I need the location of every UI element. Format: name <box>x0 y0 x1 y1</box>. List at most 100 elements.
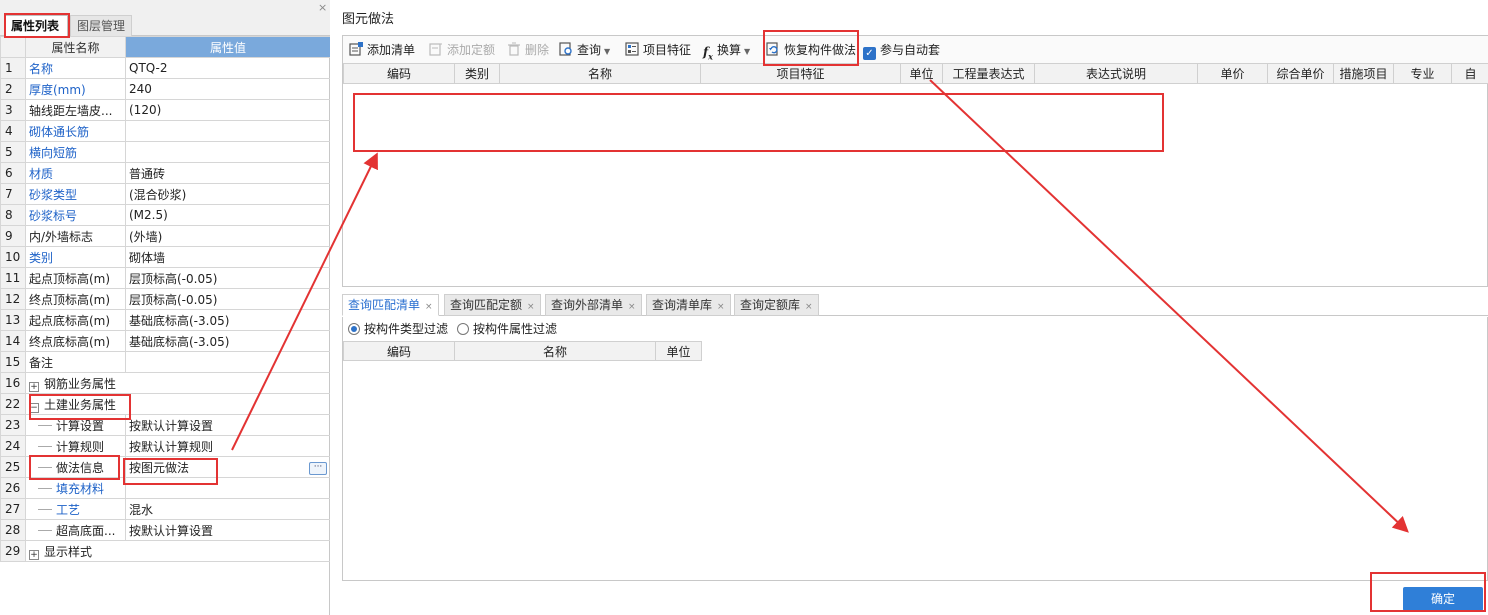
method-column-header[interactable]: 单位 <box>900 63 943 84</box>
confirm-button[interactable]: 确定 <box>1403 587 1483 611</box>
property-row[interactable]: 1 名称 QTQ-2 <box>0 57 331 79</box>
more-options-icon[interactable]: ··· <box>309 461 327 475</box>
query-column-header[interactable]: 编码 <box>343 341 455 361</box>
property-value[interactable]: (外墙) <box>125 225 331 247</box>
property-row[interactable]: 29 + 显示样式 <box>0 540 331 562</box>
tab-layer-management[interactable]: 图层管理 <box>70 15 132 36</box>
query-column-header[interactable]: 单位 <box>655 341 702 361</box>
query-column-header[interactable]: 名称 <box>454 341 656 361</box>
property-row[interactable]: 27 工艺 混水 <box>0 498 331 520</box>
property-row[interactable]: 2 厚度(mm) 240 <box>0 78 331 100</box>
property-row[interactable]: 9 内/外墙标志 (外墙) <box>0 225 331 247</box>
method-column-header[interactable]: 工程量表达式 <box>942 63 1035 84</box>
property-value[interactable]: 基础底标高(-3.05) <box>125 309 331 331</box>
close-tab-icon[interactable]: × <box>717 302 725 312</box>
property-row[interactable]: 16 + 钢筋业务属性 <box>0 372 331 394</box>
close-tab-icon[interactable]: × <box>425 302 433 312</box>
convert-button[interactable]: fx 换算 ▼ <box>703 41 750 61</box>
query-dropdown-icon[interactable]: ▼ <box>604 47 610 56</box>
close-tab-icon[interactable]: × <box>527 302 535 312</box>
property-value[interactable]: (混合砂浆) <box>125 183 331 205</box>
property-row[interactable]: 13 起点底标高(m) 基础底标高(-3.05) <box>0 309 331 331</box>
property-row[interactable]: 5 横向短筋 <box>0 141 331 163</box>
close-tab-icon[interactable]: × <box>805 302 813 312</box>
query-button[interactable]: 查询 ▼ <box>559 41 610 59</box>
property-value[interactable]: 层顶标高(-0.05) <box>125 267 331 289</box>
close-tab-icon[interactable]: × <box>628 302 636 312</box>
property-value[interactable]: 混水 <box>125 498 331 520</box>
property-name-text: 计算设置 <box>56 418 105 433</box>
query-tab[interactable]: 查询匹配定额 × <box>444 294 541 316</box>
method-column-header[interactable]: 专业 <box>1393 63 1452 84</box>
property-row[interactable]: 22− 土建业务属性 <box>0 393 331 415</box>
property-value[interactable]: 层顶标高(-0.05) <box>125 288 331 310</box>
expand-icon[interactable]: + <box>29 381 39 392</box>
property-value[interactable]: 普通砖 <box>125 162 331 184</box>
method-column-header[interactable]: 项目特征 <box>700 63 901 84</box>
property-value[interactable]: 按默认计算设置 <box>125 519 331 541</box>
property-value[interactable]: (120) <box>125 99 331 121</box>
property-row[interactable]: 10 类别 砌体墙 <box>0 246 331 268</box>
method-column-header[interactable]: 单价 <box>1197 63 1268 84</box>
close-icon[interactable]: × <box>318 1 327 14</box>
property-name: 超高底面... <box>25 519 126 541</box>
property-value[interactable]: 按图元做法 ··· <box>125 456 331 478</box>
property-name: 计算设置 <box>25 414 126 436</box>
method-column-header[interactable]: 类别 <box>454 63 500 84</box>
delete-button[interactable]: 删除 <box>507 41 549 59</box>
property-row[interactable]: 25 做法信息 按图元做法 ··· <box>0 456 331 478</box>
property-row[interactable]: 12 终点顶标高(m) 层顶标高(-0.05) <box>0 288 331 310</box>
property-value[interactable]: 240 <box>125 78 331 100</box>
convert-dropdown-icon[interactable]: ▼ <box>744 47 750 56</box>
property-name-text: 起点顶标高(m) <box>29 271 111 286</box>
property-row[interactable]: 7 砂浆类型 (混合砂浆) <box>0 183 331 205</box>
query-tab[interactable]: 查询外部清单 × <box>545 294 642 316</box>
property-row[interactable]: 4 砌体通长筋 <box>0 120 331 142</box>
collapse-icon[interactable]: − <box>29 402 39 413</box>
property-value[interactable]: (M2.5) <box>125 204 331 226</box>
expand-icon[interactable]: + <box>29 549 39 560</box>
query-tab[interactable]: 查询清单库 × <box>646 294 731 316</box>
property-row[interactable]: 14 终点底标高(m) 基础底标高(-3.05) <box>0 330 331 352</box>
row-index: 16 <box>0 372 26 394</box>
filter-radio[interactable]: 按构件属性过滤 <box>457 320 557 338</box>
restore-component-method-button[interactable]: 恢复构件做法 <box>766 41 856 59</box>
add-list-button[interactable]: 添加清单 <box>349 41 415 59</box>
property-row[interactable]: 15 备注 <box>0 351 331 373</box>
property-table: 属性名称 属性值 1 名称 QTQ-2 2 厚度(mm) 240 3 轴线距左墙皮... (12… <box>0 36 331 562</box>
auto-apply-checkbox[interactable]: ✓ 参与自动套 <box>863 41 940 60</box>
property-row[interactable]: 8 砂浆标号 (M2.5) <box>0 204 331 226</box>
property-row[interactable]: 3 轴线距左墙皮... (120) <box>0 99 331 121</box>
property-value[interactable]: 砌体墙 <box>125 246 331 268</box>
tab-property-list[interactable]: 属性列表 <box>4 15 68 36</box>
property-value[interactable] <box>125 120 331 142</box>
property-name-text: 工艺 <box>56 502 81 517</box>
property-value[interactable]: 按默认计算规则 <box>125 435 331 457</box>
property-name: 计算规则 <box>25 435 126 457</box>
property-value[interactable] <box>125 141 331 163</box>
method-column-header[interactable]: 综合单价 <box>1267 63 1334 84</box>
method-column-header[interactable]: 自 <box>1451 63 1488 84</box>
method-column-header[interactable]: 措施项目 <box>1333 63 1394 84</box>
add-list-icon <box>349 42 363 56</box>
query-tab[interactable]: 查询匹配清单 × <box>342 294 439 316</box>
property-row[interactable]: 24 计算规则 按默认计算规则 <box>0 435 331 457</box>
property-value[interactable]: QTQ-2 <box>125 57 331 79</box>
property-value[interactable]: 按默认计算设置 <box>125 414 331 436</box>
property-value[interactable] <box>125 351 331 373</box>
method-column-header[interactable]: 名称 <box>499 63 701 84</box>
query-tab[interactable]: 查询定额库 × <box>734 294 819 316</box>
property-row[interactable]: 28 超高底面... 按默认计算设置 <box>0 519 331 541</box>
property-row[interactable]: 23 计算设置 按默认计算设置 <box>0 414 331 436</box>
property-row[interactable]: 11 起点顶标高(m) 层顶标高(-0.05) <box>0 267 331 289</box>
method-column-header[interactable]: 编码 <box>343 63 455 84</box>
row-index: 14 <box>0 330 26 352</box>
method-column-header[interactable]: 表达式说明 <box>1034 63 1198 84</box>
property-row[interactable]: 26 填充材料 <box>0 477 331 499</box>
property-row[interactable]: 6 材质 普通砖 <box>0 162 331 184</box>
property-value[interactable]: 基础底标高(-3.05) <box>125 330 331 352</box>
project-feature-button[interactable]: 项目特征 <box>625 41 691 59</box>
add-quota-button[interactable]: 添加定额 <box>429 41 495 59</box>
property-value[interactable] <box>125 477 331 499</box>
filter-radio[interactable]: 按构件类型过滤 <box>348 320 448 338</box>
